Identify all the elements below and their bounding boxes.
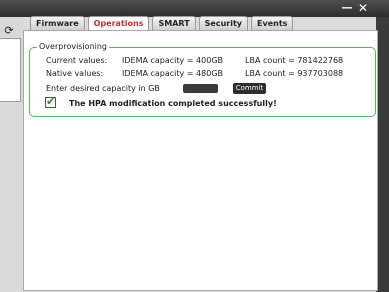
tab-security[interactable]: Security: [198, 16, 249, 30]
tab-bar: Firmware Operations SMART Security Event…: [30, 16, 294, 30]
checkmark-icon: ✔: [46, 95, 56, 108]
current-lba-count: LBA count = 781422768: [245, 56, 344, 65]
success-checkbox: ✔: [45, 95, 56, 108]
tab-firmware[interactable]: Firmware: [30, 16, 85, 30]
tab-events[interactable]: Events: [251, 16, 294, 30]
success-message: The HPA modification completed successfu…: [69, 99, 277, 108]
close-button[interactable]: ✕: [356, 2, 370, 14]
group-title: Overprovisioning: [37, 42, 110, 51]
current-idema-capacity: IDEMA capacity = 400GB: [122, 56, 224, 65]
commit-button[interactable]: Commit: [233, 83, 266, 94]
tab-smart[interactable]: SMART: [152, 16, 196, 30]
capacity-input-label: Enter desired capacity in GB: [46, 84, 160, 93]
title-bar: — ✕: [0, 0, 389, 17]
refresh-icon[interactable]: ⟳: [2, 24, 16, 37]
native-lba-count: LBA count = 937703088: [245, 69, 344, 78]
current-values-label: Current values:: [46, 56, 108, 65]
minimize-button[interactable]: —: [340, 2, 354, 14]
native-values-label: Native values:: [46, 69, 104, 78]
tab-operations[interactable]: Operations: [87, 16, 150, 30]
device-list[interactable]: [0, 38, 21, 102]
native-idema-capacity: IDEMA capacity = 480GB: [122, 69, 224, 78]
capacity-input[interactable]: [183, 84, 218, 93]
